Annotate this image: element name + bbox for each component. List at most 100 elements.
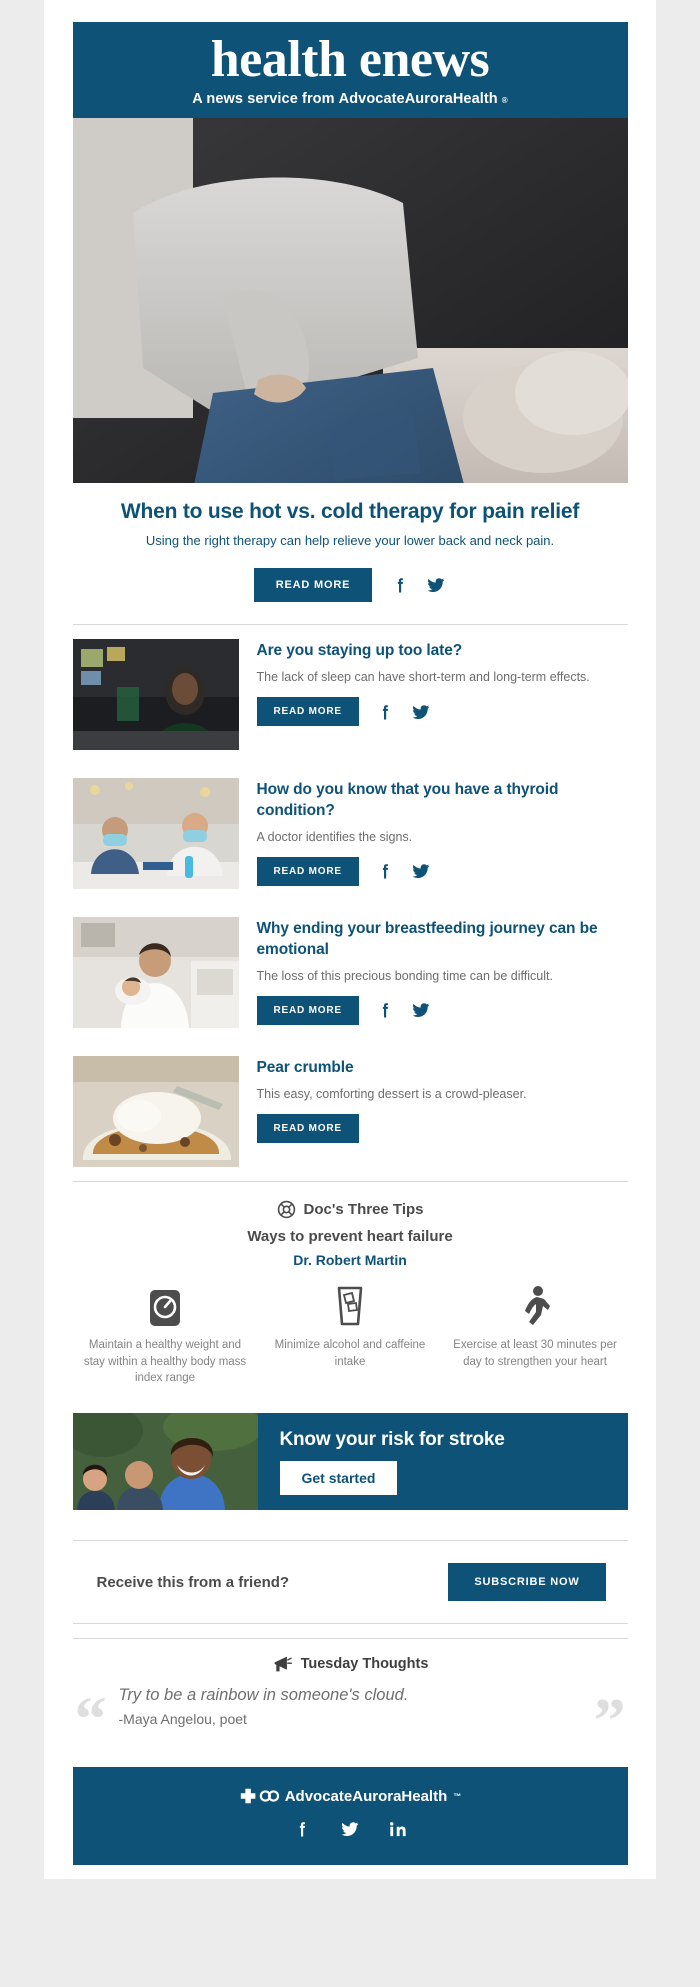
- hero-read-more-button[interactable]: READ MORE: [253, 568, 373, 602]
- get-started-button[interactable]: Get started: [279, 1460, 398, 1495]
- facebook-icon[interactable]: [390, 575, 410, 595]
- twitter-icon[interactable]: [411, 861, 431, 881]
- hero-title[interactable]: When to use hot vs. cold therapy for pai…: [73, 500, 628, 524]
- article-read-more-button[interactable]: READ MORE: [256, 856, 359, 886]
- tuesday-thoughts-heading: Tuesday Thoughts: [300, 1656, 429, 1673]
- article-body: Pear crumble This easy, comforting desse…: [256, 1056, 628, 1144]
- articles-section: Are you staying up too late? The lack of…: [72, 624, 628, 1182]
- twitter-icon[interactable]: [340, 1819, 360, 1839]
- masthead-subtitle: A news service from AdvocateAuroraHealth…: [192, 91, 508, 107]
- doc-tips: Doc's Three Tips Ways to prevent heart f…: [73, 1182, 628, 1397]
- article-actions: READ MORE: [256, 1114, 628, 1144]
- article-description: This easy, comforting dessert is a crowd…: [256, 1086, 527, 1101]
- article-description: A doctor identifies the signs.: [256, 829, 413, 844]
- quote-author: -Maya Angelou, poet: [118, 1711, 247, 1728]
- article-actions: READ MORE: [256, 856, 628, 886]
- article-actions: READ MORE: [256, 995, 628, 1025]
- article-thumbnail[interactable]: [72, 778, 239, 889]
- footer-container: AdvocateAuroraHealth ™: [72, 1767, 628, 1866]
- doc-tip-item: Exercise at least 30 minutes per day to …: [443, 1284, 628, 1387]
- close-quote-mark: ”: [593, 1685, 626, 1757]
- doc-tip-text: Maintain a healthy weight and stay withi…: [83, 1339, 247, 1385]
- facebook-icon[interactable]: [292, 1819, 312, 1839]
- stroke-promo-banner[interactable]: Know your risk for stroke Get started: [72, 1413, 628, 1511]
- megaphone-icon: [274, 1656, 292, 1672]
- scale-icon: [147, 1284, 183, 1328]
- hero-description: Using the right therapy can help relieve…: [145, 533, 555, 548]
- twitter-icon[interactable]: [426, 575, 446, 595]
- walking-person-icon: [518, 1284, 552, 1328]
- doc-tips-doctor-name[interactable]: Dr. Robert Martin: [73, 1252, 628, 1268]
- article-share-icons: [375, 1000, 431, 1020]
- linkedin-icon[interactable]: [388, 1819, 408, 1839]
- article-thumbnail[interactable]: [72, 917, 239, 1028]
- doc-tip-text: Exercise at least 30 minutes per day to …: [453, 1339, 617, 1368]
- footer-brand-name: AdvocateAuroraHealth: [284, 1787, 448, 1805]
- masthead-brand-name: AdvocateAuroraHealth: [338, 90, 498, 107]
- quote-text: Try to be a rainbow in someone's cloud.: [118, 1686, 409, 1705]
- facebook-icon[interactable]: [375, 861, 395, 881]
- article-thumbnail[interactable]: [72, 639, 239, 750]
- article-description: The lack of sleep can have short-term an…: [256, 669, 590, 684]
- doc-tips-subheading: Ways to prevent heart failure: [247, 1228, 453, 1245]
- quote-block: “ ” Try to be a rainbow in someone's clo…: [73, 1685, 628, 1753]
- article-body: Why ending your breastfeeding journey ca…: [256, 917, 628, 1025]
- footer: AdvocateAuroraHealth ™: [72, 1767, 628, 1866]
- hero-image: [72, 118, 628, 483]
- stroke-promo-image: [72, 1413, 258, 1511]
- doc-tips-section: Doc's Three Tips Ways to prevent heart f…: [72, 1182, 628, 1753]
- masthead-trademark: ®: [501, 95, 508, 105]
- footer-trademark: ™: [453, 1791, 462, 1801]
- doc-tip-item: Minimize alcohol and caffeine intake: [258, 1284, 443, 1387]
- hero-share-icons: [390, 575, 446, 595]
- twitter-icon[interactable]: [411, 1000, 431, 1020]
- masthead: health enews A news service from Advocat…: [72, 22, 628, 118]
- doc-tips-heading-row: Doc's Three Tips: [73, 1200, 628, 1219]
- masthead-title: health enews: [210, 31, 490, 89]
- facebook-icon[interactable]: [375, 702, 395, 722]
- doc-tips-heading: Doc's Three Tips: [303, 1201, 424, 1218]
- footer-social-links: [73, 1819, 628, 1839]
- advocate-aurora-logo-icon: [240, 1789, 279, 1804]
- article-title[interactable]: Pear crumble: [257, 1058, 628, 1079]
- open-quote-mark: “: [74, 1683, 107, 1755]
- tuesday-thoughts-heading-row: Tuesday Thoughts: [73, 1655, 628, 1673]
- article-share-icons: [375, 702, 431, 722]
- article-read-more-button[interactable]: READ MORE: [256, 1114, 359, 1144]
- bottom-spacer: [44, 1865, 656, 1880]
- article-actions: READ MORE: [256, 697, 628, 727]
- article-body: Are you staying up too late? The lack of…: [256, 639, 628, 727]
- twitter-icon[interactable]: [411, 702, 431, 722]
- article-read-more-button[interactable]: READ MORE: [256, 995, 359, 1025]
- doc-tip-item: Maintain a healthy weight and stay withi…: [73, 1284, 258, 1387]
- facebook-icon[interactable]: [375, 1000, 395, 1020]
- email-body: health enews A news service from Advocat…: [44, 0, 656, 1880]
- masthead-container: health enews A news service from Advocat…: [72, 22, 628, 624]
- doc-tip-text: Minimize alcohol and caffeine intake: [274, 1339, 426, 1368]
- article-title[interactable]: Why ending your breastfeeding journey ca…: [257, 919, 628, 961]
- article-read-more-button[interactable]: READ MORE: [256, 697, 359, 727]
- article-share-icons: [375, 861, 431, 881]
- article-title[interactable]: Are you staying up too late?: [257, 641, 628, 662]
- stroke-promo-title: Know your risk for stroke: [279, 1428, 505, 1450]
- email-page: health enews A news service from Advocat…: [0, 0, 700, 1987]
- footer-logo: AdvocateAuroraHealth ™: [73, 1787, 628, 1805]
- article-item: Pear crumble This easy, comforting desse…: [72, 1042, 628, 1181]
- article-thumbnail[interactable]: [72, 1056, 239, 1167]
- masthead-subtitle-prefix: A news service from: [192, 90, 335, 107]
- tuesday-thoughts-section: Tuesday Thoughts “ ” Try to be a rainbow…: [73, 1639, 628, 1753]
- article-body: How do you know that you have a thyroid …: [256, 778, 628, 886]
- article-title[interactable]: How do you know that you have a thyroid …: [257, 780, 628, 822]
- subscribe-prompt: Receive this from a friend?: [96, 1573, 290, 1591]
- article-list: Are you staying up too late? The lack of…: [72, 625, 628, 1181]
- doc-tips-grid: Maintain a healthy weight and stay withi…: [73, 1284, 628, 1387]
- lifebuoy-icon: [277, 1200, 295, 1219]
- article-item: How do you know that you have a thyroid …: [72, 764, 628, 903]
- stroke-promo-body: Know your risk for stroke Get started: [257, 1413, 628, 1511]
- article-item: Are you staying up too late? The lack of…: [72, 625, 628, 764]
- subscribe-now-button[interactable]: SUBSCRIBE NOW: [448, 1563, 606, 1602]
- drink-glass-icon: [333, 1284, 367, 1328]
- hero-actions: READ MORE: [73, 568, 628, 624]
